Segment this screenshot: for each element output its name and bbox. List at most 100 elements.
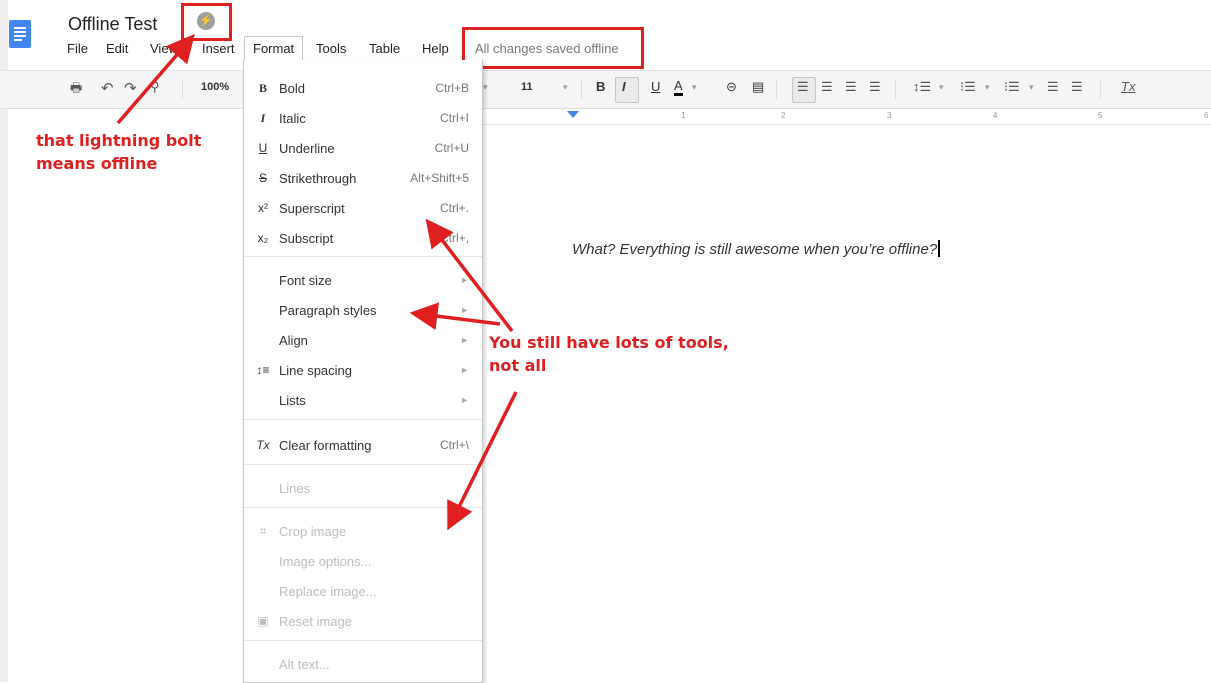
menu-insert[interactable]: Insert	[202, 41, 235, 56]
ruler-number: 4	[993, 111, 998, 120]
menu-item-line-spacing[interactable]: ↕≡ Line spacing ►	[244, 357, 482, 383]
numbered-list-dropdown-icon[interactable]: ▾	[985, 82, 990, 93]
menu-item-label: Align	[279, 333, 308, 348]
menu-item-bold[interactable]: B Bold Ctrl+B	[244, 75, 482, 101]
font-size-dropdown-icon[interactable]: ▾	[563, 82, 568, 93]
clear-formatting-icon[interactable]: Tx	[1121, 79, 1135, 94]
menu-help[interactable]: Help	[422, 41, 449, 56]
menu-format[interactable]: Format	[244, 36, 304, 60]
text-cursor	[938, 240, 941, 257]
bold-icon[interactable]: B	[596, 79, 605, 94]
menu-item-label: Italic	[279, 111, 306, 126]
increase-indent-icon[interactable]: ☰	[1071, 79, 1083, 95]
menu-item-label: Bold	[279, 81, 306, 96]
menu-item-italic[interactable]: I Italic Ctrl+I	[244, 105, 482, 131]
menu-item-shortcut: Ctrl+I	[439, 111, 469, 125]
submenu-arrow-icon: ►	[460, 305, 469, 315]
paint-format-icon[interactable]: ⚲	[150, 79, 160, 95]
align-right-icon[interactable]: ☰	[845, 79, 857, 95]
menu-item-label: Alt text...	[279, 657, 330, 672]
menu-item-lines: Lines	[244, 475, 482, 501]
menu-item-clear-formatting[interactable]: Tx Clear formatting Ctrl+\	[244, 432, 482, 458]
align-center-icon[interactable]: ☰	[821, 79, 833, 95]
menu-item-font-size[interactable]: Font size ►	[244, 267, 482, 293]
clear-formatting-icon: Tx	[256, 438, 270, 452]
annotation-line: not all	[489, 356, 547, 375]
menu-item-label: Underline	[279, 141, 335, 156]
menu-item-replace-image: Replace image...	[244, 578, 482, 604]
document-body[interactable]: What? Everything is still awesome when y…	[572, 240, 941, 258]
menu-item-label: Lists	[279, 393, 306, 408]
decrease-indent-icon[interactable]: ☰	[1047, 79, 1059, 95]
toolbar-separator	[182, 80, 183, 99]
align-left-icon[interactable]: ☰	[797, 79, 809, 95]
ruler-number: 5	[1098, 111, 1103, 120]
italic-icon[interactable]: I	[622, 79, 626, 94]
ruler-number: 6	[1204, 111, 1209, 120]
bulleted-list-icon[interactable]: ⁝☰	[1004, 79, 1020, 95]
comment-icon[interactable]: ▤	[752, 79, 764, 95]
menu-file[interactable]: File	[67, 41, 88, 56]
ruler-number: 3	[887, 111, 892, 120]
ruler: 1 2 3 4 5 6	[480, 110, 1211, 125]
menu-item-align[interactable]: Align ►	[244, 327, 482, 353]
print-icon[interactable]: 🖶	[70, 79, 82, 101]
zoom-select[interactable]: 100%	[201, 81, 229, 93]
crop-icon: ⌗	[259, 524, 267, 538]
strikethrough-icon: S	[258, 171, 267, 185]
menu-item-superscript[interactable]: x² Superscript Ctrl+.	[244, 195, 482, 221]
annotation-offline-note: that lightning bolt means offline	[36, 129, 201, 175]
subscript-icon: x₂	[257, 231, 269, 245]
font-size-select[interactable]: 11	[521, 81, 533, 93]
annotation-line: means offline	[36, 154, 158, 173]
menu-item-strikethrough[interactable]: S Strikethrough Alt+Shift+5	[244, 165, 482, 191]
menu-separator	[244, 256, 482, 257]
menu-item-underline[interactable]: U Underline Ctrl+U	[244, 135, 482, 161]
document-title[interactable]: Offline Test	[68, 14, 157, 35]
underline-icon[interactable]: U	[651, 79, 660, 94]
toolbar-separator	[776, 80, 777, 99]
indent-marker-icon[interactable]	[567, 111, 579, 118]
dropdown-arrow-icon[interactable]: ▾	[483, 82, 488, 93]
ruler-number: 1	[681, 111, 686, 120]
undo-icon[interactable]: ↶	[101, 79, 114, 97]
menu-item-image-options: Image options...	[244, 548, 482, 574]
menu-edit[interactable]: Edit	[106, 41, 128, 56]
ruler-number: 2	[781, 111, 786, 120]
submenu-arrow-icon: ►	[460, 395, 469, 405]
menu-item-label: Crop image	[279, 524, 347, 539]
italic-active-bg	[615, 77, 639, 103]
redo-icon[interactable]: ↷	[124, 79, 137, 97]
toolbar: 🖶 ↶ ↷ ⚲ 100% ▾ 11 ▾ B I U A ▾ ⊝ ▤ ☰ ☰ ☰ …	[0, 70, 1211, 109]
line-spacing-dropdown-icon[interactable]: ▾	[939, 82, 944, 93]
menu-item-label: Reset image	[279, 614, 352, 629]
text-color-icon[interactable]: A	[674, 79, 683, 96]
numbered-list-icon[interactable]: ⁝☰	[960, 79, 976, 95]
menu-item-alt-text: Alt text...	[244, 651, 482, 677]
menu-item-shortcut: Ctrl+\	[439, 438, 469, 452]
italic-icon: I	[260, 111, 266, 125]
offline-icon-highlight	[181, 3, 232, 41]
superscript-icon: x²	[258, 201, 268, 215]
menu-item-label: Lines	[279, 481, 311, 496]
annotation-line: You still have lots of tools,	[489, 333, 729, 352]
link-icon[interactable]: ⊝	[726, 79, 737, 95]
document-text[interactable]: What? Everything is still awesome when y…	[572, 241, 937, 258]
submenu-arrow-icon: ►	[460, 335, 469, 345]
menu-item-crop-image: ⌗ Crop image	[244, 518, 482, 544]
menu-item-reset-image: ▣ Reset image	[244, 608, 482, 634]
text-color-dropdown-icon[interactable]: ▾	[692, 82, 697, 93]
justify-icon[interactable]: ☰	[869, 79, 881, 95]
menu-table[interactable]: Table	[369, 41, 400, 56]
menu-item-label: Replace image...	[279, 584, 377, 599]
menu-item-paragraph-styles[interactable]: Paragraph styles ►	[244, 297, 482, 323]
menu-item-subscript[interactable]: x₂ Subscript Ctrl+,	[244, 225, 482, 251]
menu-item-label: Subscript	[279, 231, 334, 246]
menu-separator	[244, 419, 482, 420]
menu-tools[interactable]: Tools	[316, 41, 346, 56]
line-spacing-icon[interactable]: ↕☰	[913, 79, 931, 95]
menu-item-lists[interactable]: Lists ►	[244, 387, 482, 413]
menu-item-label: Paragraph styles	[279, 303, 377, 318]
bulleted-list-dropdown-icon[interactable]: ▾	[1029, 82, 1034, 93]
menu-view[interactable]: View	[150, 41, 178, 56]
